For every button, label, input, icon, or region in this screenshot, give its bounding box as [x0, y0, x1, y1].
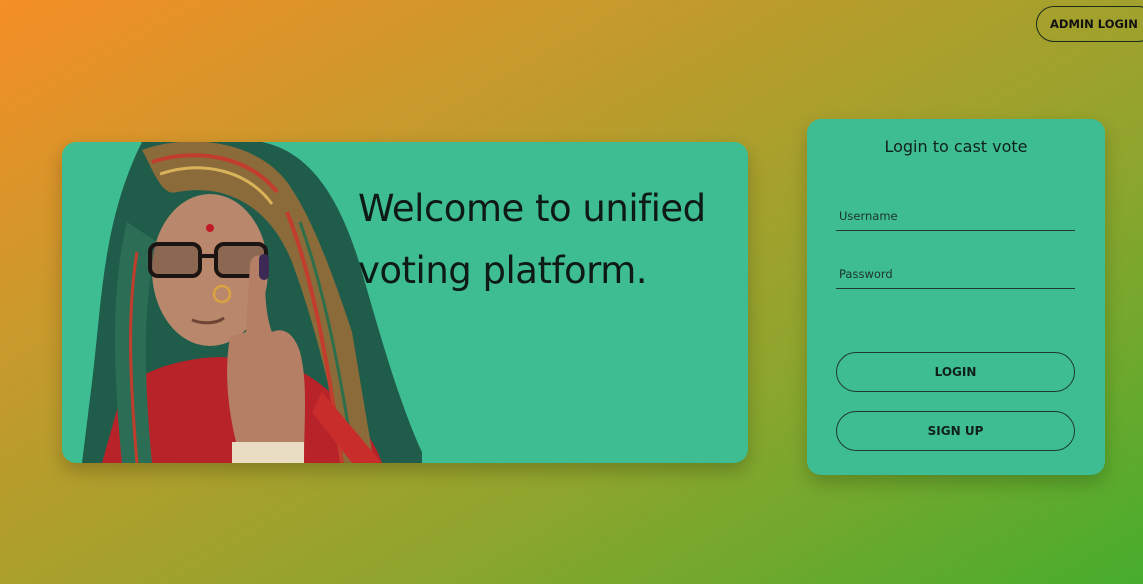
admin-login-button[interactable]: ADMIN LOGIN: [1036, 6, 1143, 42]
password-input[interactable]: [836, 265, 1075, 289]
username-input[interactable]: [836, 207, 1075, 231]
login-button[interactable]: LOGIN: [836, 352, 1075, 392]
welcome-card: Welcome to unified voting platform.: [62, 142, 748, 463]
login-card: Login to cast vote LOGIN SIGN UP: [807, 119, 1105, 475]
signup-button[interactable]: SIGN UP: [836, 411, 1075, 451]
login-card-title: Login to cast vote: [884, 137, 1028, 156]
welcome-heading: Welcome to unified voting platform.: [358, 187, 706, 292]
page-background: ADMIN LOGIN Welcome to unified voting pl…: [0, 0, 1143, 584]
